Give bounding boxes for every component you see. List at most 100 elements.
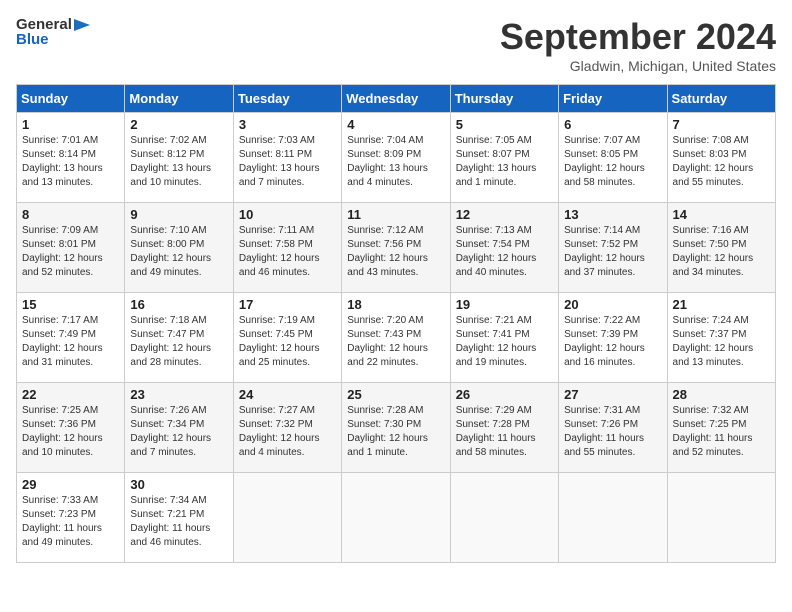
day-info: Sunrise: 7:10 AMSunset: 8:00 PMDaylight:… [130,224,227,280]
calendar-cell: 3 Sunrise: 7:03 AMSunset: 8:11 PMDaylight… [233,113,341,203]
day-number: 22 [22,387,119,402]
header-day: Thursday [450,85,558,113]
calendar-week: 22Sunrise: 7:25 AMSunset: 7:36 PMDayligh… [17,383,776,473]
calendar-cell: 7 Sunrise: 7:08 AMSunset: 8:03 PMDaylight… [667,113,775,203]
calendar-cell: 9 Sunrise: 7:10 AMSunset: 8:00 PMDaylight… [125,203,233,293]
day-number: 26 [456,387,553,402]
day-number: 19 [456,297,553,312]
day-info: Sunrise: 7:24 AMSunset: 7:37 PMDaylight:… [673,314,770,370]
logo-flag-icon [74,19,90,31]
header-day: Monday [125,85,233,113]
logo: General Blue [16,16,90,48]
day-number: 11 [347,207,444,222]
calendar-cell [342,473,450,563]
calendar-week: 1Sunrise: 7:01 AMSunset: 8:14 PMDaylight… [17,113,776,203]
day-number: 18 [347,297,444,312]
day-info: Sunrise: 7:09 AMSunset: 8:01 PMDaylight:… [22,224,119,280]
calendar-body: 1Sunrise: 7:01 AMSunset: 8:14 PMDaylight… [17,113,776,563]
day-number: 29 [22,477,119,492]
calendar-cell: 29 Sunrise: 7:33 AMSunset: 7:23 PMDayligh… [17,473,125,563]
day-number: 16 [130,297,227,312]
day-number: 6 [564,117,661,132]
day-number: 5 [456,117,553,132]
day-number: 23 [130,387,227,402]
calendar-cell [559,473,667,563]
day-number: 3 [239,117,336,132]
calendar-table: SundayMondayTuesdayWednesdayThursdayFrid… [16,84,776,563]
day-number: 4 [347,117,444,132]
day-info: Sunrise: 7:20 AMSunset: 7:43 PMDaylight:… [347,314,444,370]
day-info: Sunrise: 7:19 AMSunset: 7:45 PMDaylight:… [239,314,336,370]
day-number: 13 [564,207,661,222]
day-info: Sunrise: 7:04 AMSunset: 8:09 PMDaylight:… [347,134,444,190]
day-info: Sunrise: 7:28 AMSunset: 7:30 PMDaylight:… [347,404,444,460]
calendar-cell: 26Sunrise: 7:29 AMSunset: 7:28 PMDayligh… [450,383,558,473]
calendar-cell: 4 Sunrise: 7:04 AMSunset: 8:09 PMDaylight… [342,113,450,203]
page-header: General Blue September 2024 Gladwin, Mic… [16,16,776,74]
day-info: Sunrise: 7:17 AMSunset: 7:49 PMDaylight:… [22,314,119,370]
calendar-cell: 11Sunrise: 7:12 AMSunset: 7:56 PMDayligh… [342,203,450,293]
calendar-cell: 15 Sunrise: 7:17 AMSunset: 7:49 PMDayligh… [17,293,125,383]
calendar-cell: 18 Sunrise: 7:20 AMSunset: 7:43 PMDayligh… [342,293,450,383]
location: Gladwin, Michigan, United States [500,58,776,74]
calendar-cell: 22Sunrise: 7:25 AMSunset: 7:36 PMDayligh… [17,383,125,473]
calendar-cell: 23 Sunrise: 7:26 AMSunset: 7:34 PMDayligh… [125,383,233,473]
day-number: 21 [673,297,770,312]
calendar-cell: 14 Sunrise: 7:16 AMSunset: 7:50 PMDayligh… [667,203,775,293]
calendar-cell: 5Sunrise: 7:05 AMSunset: 8:07 PMDaylight… [450,113,558,203]
calendar-week: 29 Sunrise: 7:33 AMSunset: 7:23 PMDayligh… [17,473,776,563]
day-number: 24 [239,387,336,402]
day-info: Sunrise: 7:34 AMSunset: 7:21 PMDaylight:… [130,494,227,550]
day-info: Sunrise: 7:16 AMSunset: 7:50 PMDaylight:… [673,224,770,280]
day-info: Sunrise: 7:01 AMSunset: 8:14 PMDaylight:… [22,134,119,190]
calendar-cell: 8 Sunrise: 7:09 AMSunset: 8:01 PMDaylight… [17,203,125,293]
header-row: SundayMondayTuesdayWednesdayThursdayFrid… [17,85,776,113]
calendar-cell: 6Sunrise: 7:07 AMSunset: 8:05 PMDaylight… [559,113,667,203]
calendar-cell: 30 Sunrise: 7:34 AMSunset: 7:21 PMDayligh… [125,473,233,563]
header-day: Tuesday [233,85,341,113]
day-info: Sunrise: 7:32 AMSunset: 7:25 PMDaylight:… [673,404,770,460]
day-number: 15 [22,297,119,312]
header-day: Wednesday [342,85,450,113]
calendar-cell: 21 Sunrise: 7:24 AMSunset: 7:37 PMDayligh… [667,293,775,383]
day-info: Sunrise: 7:21 AMSunset: 7:41 PMDaylight:… [456,314,553,370]
day-number: 12 [456,207,553,222]
calendar-cell: 16 Sunrise: 7:18 AMSunset: 7:47 PMDayligh… [125,293,233,383]
calendar-cell: 19 Sunrise: 7:21 AMSunset: 7:41 PMDayligh… [450,293,558,383]
header-day: Sunday [17,85,125,113]
logo-text-area: General Blue [16,16,90,48]
calendar-cell: 17 Sunrise: 7:19 AMSunset: 7:45 PMDayligh… [233,293,341,383]
day-info: Sunrise: 7:31 AMSunset: 7:26 PMDaylight:… [564,404,661,460]
day-number: 9 [130,207,227,222]
day-number: 2 [130,117,227,132]
day-number: 7 [673,117,770,132]
logo-container: General Blue [16,16,90,48]
calendar-cell: 27Sunrise: 7:31 AMSunset: 7:26 PMDayligh… [559,383,667,473]
day-info: Sunrise: 7:08 AMSunset: 8:03 PMDaylight:… [673,134,770,190]
day-number: 17 [239,297,336,312]
calendar-cell [667,473,775,563]
calendar-week: 8 Sunrise: 7:09 AMSunset: 8:01 PMDaylight… [17,203,776,293]
header-day: Saturday [667,85,775,113]
calendar-cell: 24 Sunrise: 7:27 AMSunset: 7:32 PMDayligh… [233,383,341,473]
logo-blue-text: Blue [16,31,49,48]
calendar-week: 15 Sunrise: 7:17 AMSunset: 7:49 PMDayligh… [17,293,776,383]
day-info: Sunrise: 7:03 AMSunset: 8:11 PMDaylight:… [239,134,336,190]
day-info: Sunrise: 7:18 AMSunset: 7:47 PMDaylight:… [130,314,227,370]
calendar-cell: 10Sunrise: 7:11 AMSunset: 7:58 PMDayligh… [233,203,341,293]
day-info: Sunrise: 7:26 AMSunset: 7:34 PMDaylight:… [130,404,227,460]
calendar-cell: 20Sunrise: 7:22 AMSunset: 7:39 PMDayligh… [559,293,667,383]
day-number: 30 [130,477,227,492]
day-info: Sunrise: 7:14 AMSunset: 7:52 PMDaylight:… [564,224,661,280]
day-number: 8 [22,207,119,222]
day-number: 14 [673,207,770,222]
day-info: Sunrise: 7:33 AMSunset: 7:23 PMDaylight:… [22,494,119,550]
calendar-cell [233,473,341,563]
day-info: Sunrise: 7:02 AMSunset: 8:12 PMDaylight:… [130,134,227,190]
title-area: September 2024 Gladwin, Michigan, United… [500,16,776,74]
day-number: 25 [347,387,444,402]
calendar-cell: 12Sunrise: 7:13 AMSunset: 7:54 PMDayligh… [450,203,558,293]
day-info: Sunrise: 7:22 AMSunset: 7:39 PMDaylight:… [564,314,661,370]
header-day: Friday [559,85,667,113]
day-info: Sunrise: 7:27 AMSunset: 7:32 PMDaylight:… [239,404,336,460]
